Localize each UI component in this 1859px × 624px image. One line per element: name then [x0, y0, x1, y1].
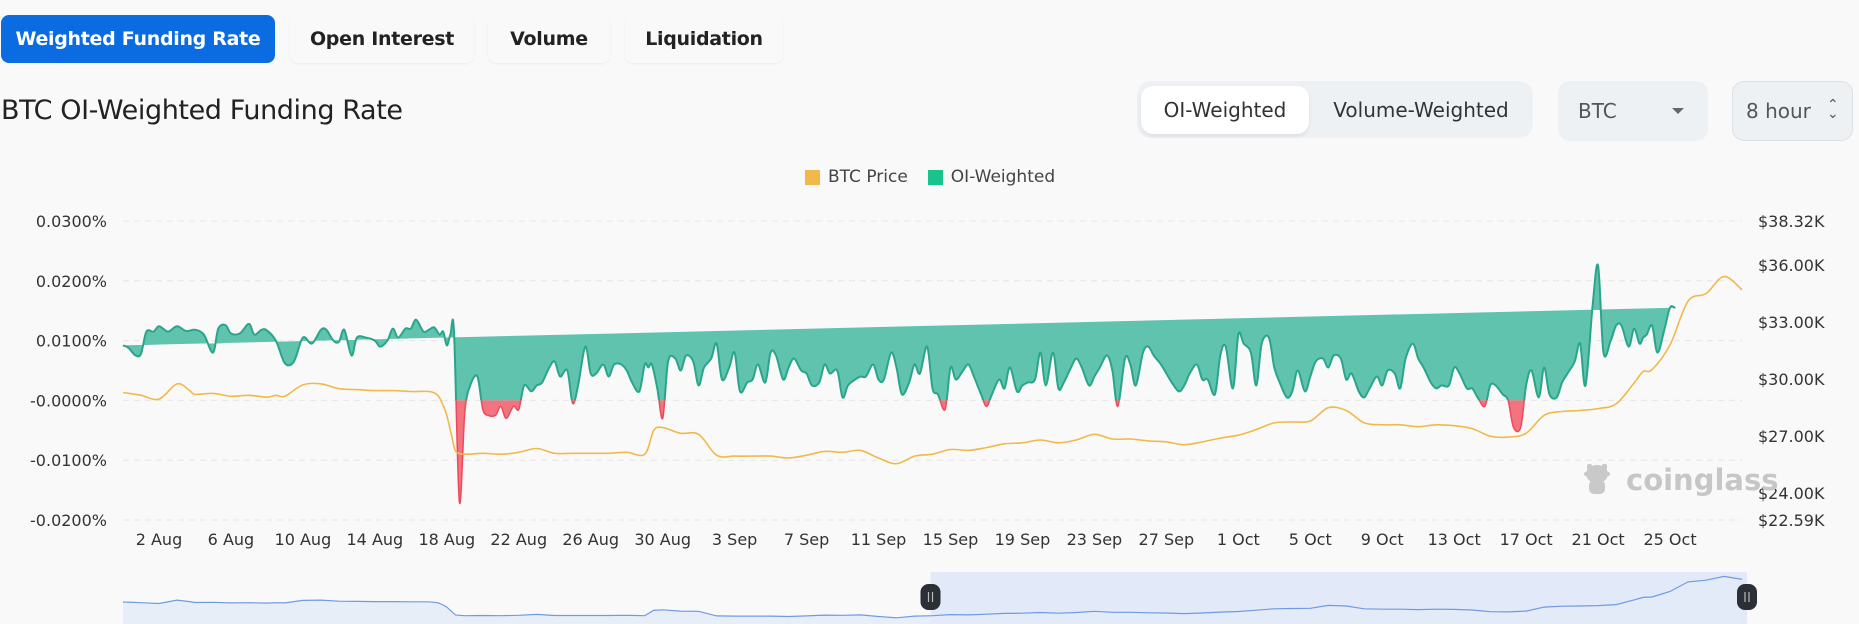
- x-tick-label: 11 Sep: [851, 530, 907, 549]
- tab-open-interest[interactable]: Open Interest: [290, 15, 474, 63]
- y-right-tick-label: $30.00K: [1758, 370, 1825, 389]
- oi-weighted-option[interactable]: OI-Weighted: [1141, 86, 1309, 134]
- data-zoom-slider: [123, 572, 1757, 624]
- coin-select[interactable]: BTC: [1558, 81, 1708, 141]
- oi-positive-line: [122, 263, 1676, 401]
- y-left-tick-label: 0.0300%: [36, 212, 107, 231]
- x-axis: 2 Aug 6 Aug 10 Aug 14 Aug 18 Aug 22 Aug 26 Aug…: [136, 530, 1697, 549]
- y-right-tick-label: $22.59K: [1758, 511, 1825, 530]
- y-axis-left: 0.0300% 0.0200% 0.0100% -0.0000% -0.0100% -0.…: [30, 212, 107, 530]
- zoom-selected-range: [930, 572, 1747, 624]
- x-tick-label: 9 Oct: [1361, 530, 1404, 549]
- x-tick-label: 19 Sep: [995, 530, 1051, 549]
- coinglass-watermark: coinglass: [1584, 463, 1779, 497]
- tab-volume[interactable]: Volume: [488, 15, 610, 63]
- y-left-tick-label: 0.0100%: [36, 332, 107, 351]
- btc-price-line: [122, 275, 1743, 465]
- caret-down-icon: [1672, 108, 1684, 114]
- x-tick-label: 1 Oct: [1217, 530, 1260, 549]
- btc-price-series: [122, 275, 1743, 465]
- y-right-tick-label: $24.00K: [1758, 484, 1825, 503]
- interval-select[interactable]: 8 hour ⌃ ⌄: [1732, 81, 1853, 141]
- zoom-end-handle[interactable]: [1737, 584, 1757, 610]
- up-down-chevron-icon: ⌃ ⌄: [1827, 97, 1839, 122]
- x-tick-label: 23 Sep: [1067, 530, 1123, 549]
- chart-legend: BTC Price OI-Weighted: [805, 167, 1075, 187]
- y-right-tick-label: $38.32K: [1758, 212, 1825, 231]
- interval-select-value: 8 hour: [1746, 99, 1811, 123]
- x-tick-label: 26 Aug: [562, 530, 619, 549]
- weighting-toggle: OI-Weighted Volume-Weighted: [1137, 81, 1533, 138]
- x-tick-label: 6 Aug: [208, 530, 255, 549]
- legend-item-btc-price[interactable]: BTC Price: [805, 167, 908, 187]
- x-tick-label: 27 Sep: [1139, 530, 1195, 549]
- tab-liquidation[interactable]: Liquidation: [625, 15, 783, 63]
- y-axis-right: $38.32K $36.00K $33.00K $30.00K $27.00K $24.0…: [1758, 212, 1825, 530]
- x-tick-label: 30 Aug: [634, 530, 691, 549]
- x-tick-label: 5 Oct: [1289, 530, 1332, 549]
- oi-weighted-series: [122, 263, 1676, 505]
- zoom-start-handle[interactable]: [920, 584, 941, 610]
- oi-negative-area: [456, 400, 1525, 504]
- legend-label-oi-weighted: OI-Weighted: [950, 167, 1056, 187]
- drag-handle-icon: [920, 584, 941, 610]
- oi-negative-line: [455, 400, 1525, 505]
- x-tick-label: 21 Oct: [1572, 530, 1625, 549]
- grid-lines: [123, 220, 1742, 521]
- tab-weighted-funding-rate[interactable]: Weighted Funding Rate: [1, 15, 275, 63]
- x-tick-label: 15 Sep: [923, 530, 979, 549]
- x-tick-label: 7 Sep: [784, 530, 829, 549]
- y-left-tick-label: -0.0200%: [30, 511, 107, 530]
- zoom-overview-area: [123, 576, 1742, 624]
- y-left-tick-label: 0.0200%: [36, 272, 107, 291]
- x-tick-label: 14 Aug: [347, 530, 404, 549]
- legend-swatch-btc-price: [805, 169, 820, 185]
- coinglass-logo-icon: [1584, 464, 1610, 494]
- y-left-tick-label: -0.0000%: [30, 391, 107, 410]
- x-tick-label: 25 Oct: [1643, 530, 1696, 549]
- zoom-overview-line: [123, 575, 1743, 619]
- coin-select-value: BTC: [1578, 99, 1617, 123]
- y-right-tick-label: $36.00K: [1758, 256, 1825, 275]
- y-left-tick-label: -0.0100%: [30, 451, 107, 470]
- x-tick-label: 22 Aug: [490, 530, 547, 549]
- x-tick-label: 18 Aug: [418, 530, 475, 549]
- legend-item-oi-weighted[interactable]: OI-Weighted: [927, 167, 1056, 187]
- x-tick-label: 17 Oct: [1500, 530, 1553, 549]
- oi-positive-area: [123, 264, 1676, 401]
- y-right-tick-label: $33.00K: [1758, 313, 1825, 332]
- drag-handle-icon: [1737, 584, 1757, 610]
- x-tick-label: 10 Aug: [275, 530, 332, 549]
- x-tick-label: 13 Oct: [1428, 530, 1481, 549]
- page-title: BTC OI-Weighted Funding Rate: [1, 95, 403, 126]
- x-tick-label: 3 Sep: [712, 530, 757, 549]
- legend-label-btc-price: BTC Price: [828, 167, 908, 187]
- volume-weighted-option[interactable]: Volume-Weighted: [1313, 86, 1529, 134]
- x-tick-label: 2 Aug: [136, 530, 183, 549]
- legend-swatch-oi-weighted: [927, 169, 943, 185]
- y-right-tick-label: $27.00K: [1758, 427, 1825, 446]
- watermark-text: coinglass: [1626, 463, 1779, 497]
